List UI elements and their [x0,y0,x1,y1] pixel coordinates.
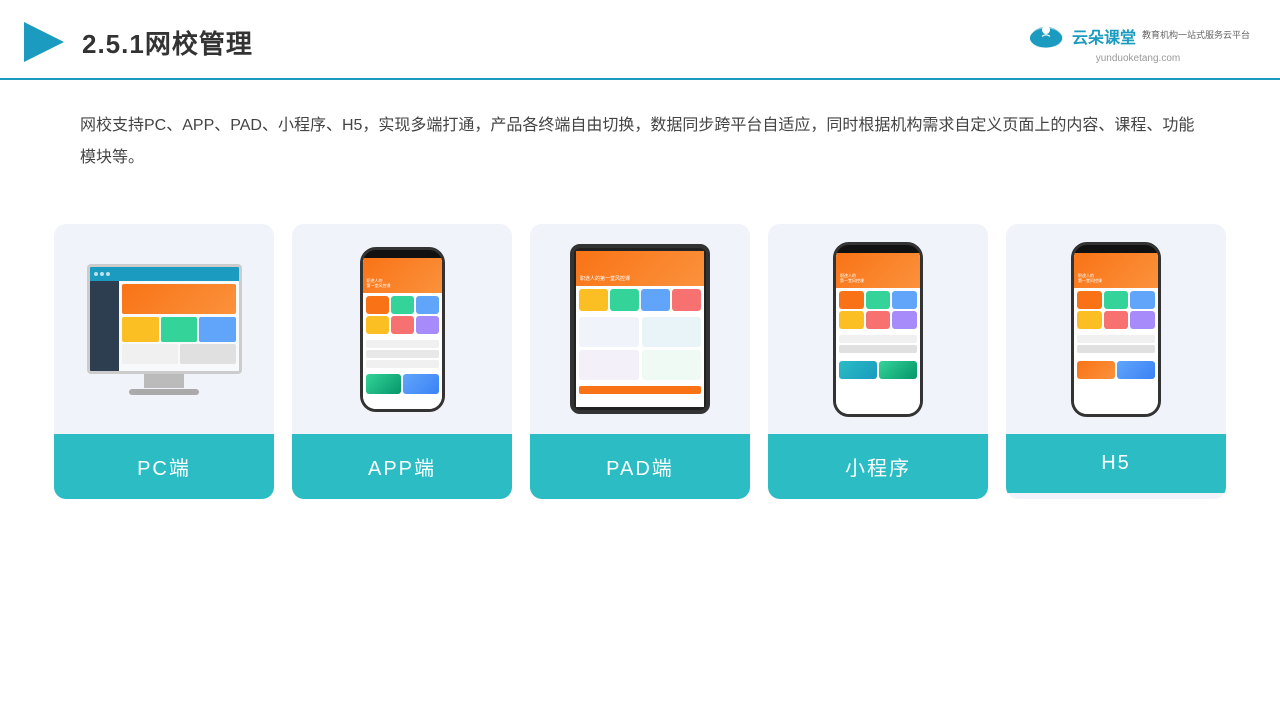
monitor-base [129,389,199,395]
description-content: 网校支持PC、APP、PAD、小程序、H5，实现多端打通，产品各终端自由切换，数… [80,117,1194,166]
card-h5-label: H5 [1006,434,1226,493]
header-left: 2.5.1网校管理 [20,18,253,66]
page-title: 2.5.1网校管理 [82,24,253,61]
card-app: 职途人的第一堂风控课 [292,224,512,499]
monitor-screen [87,264,242,374]
logo-text: 云朵课堂 [1072,24,1136,48]
cloud-logo-icon [1026,21,1066,51]
pc-screen-content [90,267,239,371]
card-miniapp-image: 职途人的第一堂风控课 [768,224,988,434]
card-h5: 职途人的第一堂风控课 [1006,224,1226,499]
logo-area: 云朵课堂 教育机构一站式服务云平台 yunduoketang.com [1026,21,1250,64]
logo-cloud: 云朵课堂 教育机构一站式服务云平台 [1026,21,1250,51]
logo-url: yunduoketang.com [1096,53,1181,64]
tablet-mockup: 职途人的第一堂风控课 [570,244,710,414]
card-pc-image [54,224,274,434]
card-pad-label: PAD端 [530,434,750,499]
card-pc-label: PC端 [54,434,274,499]
cards-container: PC端 职途人的第一堂风控课 [0,204,1280,519]
pc-monitor [87,264,242,395]
play-icon [20,18,68,66]
card-miniapp-label: 小程序 [768,434,988,499]
card-h5-image: 职途人的第一堂风控课 [1006,224,1226,434]
card-app-label: APP端 [292,434,512,499]
phone-mockup-h5: 职途人的第一堂风控课 [1071,242,1161,417]
phone-mockup-app: 职途人的第一堂风控课 [360,247,445,412]
card-pad: 职途人的第一堂风控课 [530,224,750,499]
description-text: 网校支持PC、APP、PAD、小程序、H5，实现多端打通，产品各终端自由切换，数… [0,80,1280,194]
header: 2.5.1网校管理 云朵课堂 教育机构一站式服务云平台 yunduoketang… [0,0,1280,80]
phone-mockup-miniapp: 职途人的第一堂风控课 [833,242,923,417]
card-miniapp: 职途人的第一堂风控课 [768,224,988,499]
card-pc: PC端 [54,224,274,499]
card-app-image: 职途人的第一堂风控课 [292,224,512,434]
logo-sub-text: 教育机构一站式服务云平台 [1142,29,1250,42]
monitor-stand [144,374,184,388]
card-pad-image: 职途人的第一堂风控课 [530,224,750,434]
